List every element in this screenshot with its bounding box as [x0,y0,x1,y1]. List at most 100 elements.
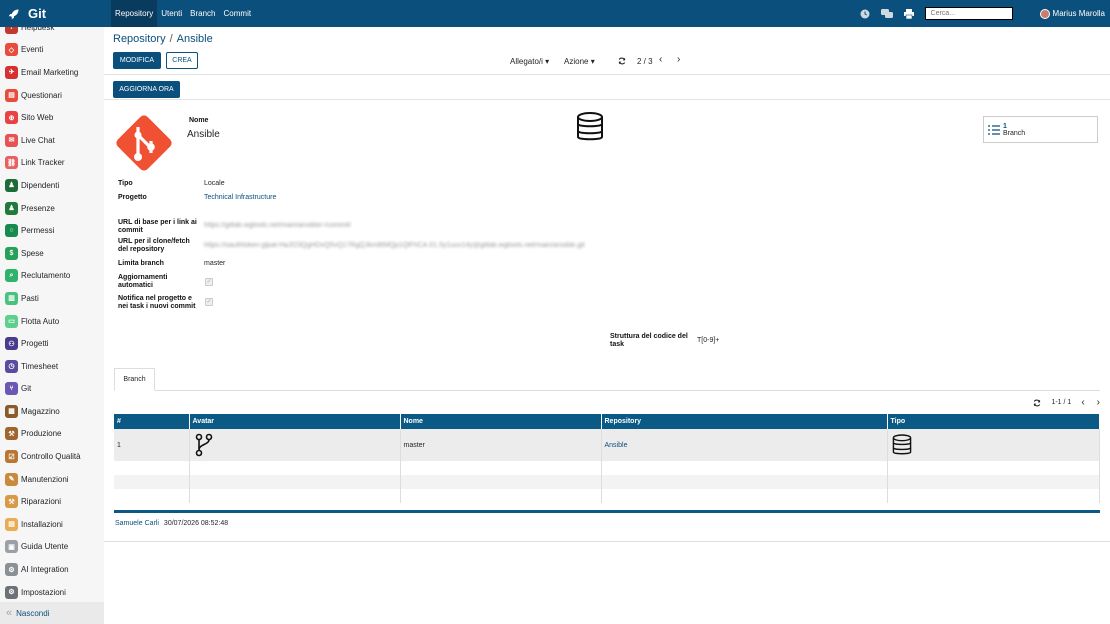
sidebar-item-reclutamento[interactable]: ⌕ Reclutamento [0,265,104,288]
user-name: Marius Marolla [1052,9,1105,18]
cell-repository[interactable]: Ansible [601,429,888,461]
notify-checkbox[interactable]: ✓ [205,298,213,306]
url-clone-label: URL per il clone/fetch del repository [118,238,190,253]
sidebar-item-questionari[interactable]: ▤ Questionari [0,84,104,107]
chevron-left-icon[interactable]: ‹ [659,54,662,65]
user-menu[interactable]: Marius Marolla [1039,8,1105,19]
tab-branch[interactable]: Branch [114,368,155,391]
menu-utenti[interactable]: Utenti [157,0,186,27]
chevron-left-icon[interactable]: ‹ [1081,397,1084,408]
auto-update-checkbox[interactable]: ✓ [205,278,213,286]
sidebar-item-link-tracker[interactable]: ⛓ Link Tracker [0,152,104,175]
create-button[interactable]: CREA [166,52,198,69]
sidebar-item-timesheet[interactable]: ◷ Timesheet [0,355,104,378]
sidebar-item-riparazioni[interactable]: ⚒ Riparazioni [0,490,104,513]
sidebar-item-eventi[interactable]: ◇ Eventi [0,39,104,62]
sidebar-item-presenze[interactable]: ♟ Presenze [0,197,104,220]
action-dropdown[interactable]: Azione ▾ [564,57,595,66]
sidebar-item-sito-web[interactable]: ⊕ Sito Web [0,106,104,129]
app-icon: ▭ [5,314,18,328]
progetto-link[interactable]: Technical Infrastructure [204,194,276,201]
url-base-label: URL di base per i link ai commit [118,219,197,234]
sidebar-item-helpdesk[interactable]: ? Helpdesk [0,27,104,39]
breadcrumb-parent[interactable]: Repository [113,33,166,45]
search-input[interactable] [924,7,1013,20]
menu-repository[interactable]: Repository [111,0,158,27]
sidebar-item-impostazioni[interactable]: ⚙ Impostazioni [0,581,104,604]
sidebar-item-permessi[interactable]: ○ Permessi [0,219,104,242]
table-row[interactable]: 1 master Ansible [114,429,1100,461]
main-content: Repository / Ansible MODIFICA CREA Allegat… [104,27,1110,624]
sidebar-item-label: Installazioni [21,519,63,529]
sidebar-item-controllo-qualit-[interactable]: ☑ Controllo Qualità [0,445,104,468]
clock-icon[interactable] [858,7,872,21]
record-date: 30/07/2026 08:52:48 [163,520,229,527]
app-brand[interactable]: Git [0,0,111,27]
sidebar-item-spese[interactable]: $ Spese [0,242,104,265]
sidebar-item-git[interactable]: ⑂ Git [0,378,104,401]
sidebar-item-ai-integration[interactable]: ⚙ AI Integration [0,558,104,581]
refresh-icon[interactable] [1033,399,1041,407]
sidebar-item-manutenzioni[interactable]: ✎ Manutenzioni [0,468,104,491]
breadcrumb-current: Ansible [176,33,213,45]
app-icon: ? [5,27,18,34]
sidebar-item-pasti[interactable]: ▥ Pasti [0,287,104,310]
update-now-button[interactable]: AGGIORNA ORA [113,81,180,98]
sidebar-item-label: Manutenzioni [21,474,69,484]
print-icon[interactable] [902,7,916,21]
app-icon: ◇ [5,43,18,57]
breadcrumb-separator: / [169,33,173,45]
header-name[interactable]: Nome [400,414,602,429]
list-icon [988,124,1000,135]
sidebar-item-label: Sito Web [21,113,54,123]
chevron-right-icon[interactable]: › [1097,397,1100,408]
sidebar-item-magazzino[interactable]: ▦ Magazzino [0,400,104,423]
sidebar-item-dipendenti[interactable]: ♟ Dipendenti [0,174,104,197]
hide-sidebar-button[interactable]: « Nascondi [0,602,104,624]
branch-stat-button[interactable]: 1 Branch [983,116,1098,143]
git-logo-icon [116,115,172,171]
cell-num: 1 [114,429,190,461]
sidebar-item-live-chat[interactable]: ✉ Live Chat [0,129,104,152]
app-icon: ⚇ [5,337,18,351]
chat-icon[interactable] [880,7,894,21]
sidebar-item-progetti[interactable]: ⚇ Progetti [0,332,104,355]
menu-commit[interactable]: Commit [220,0,256,27]
sidebar-item-installazioni[interactable]: ▤ Installazioni [0,513,104,536]
record-name: Ansible [187,129,220,140]
app-name: Git [28,6,47,21]
sidebar-item-flotta-auto[interactable]: ▭ Flotta Auto [0,310,104,333]
header-avatar[interactable]: Avatar [189,414,401,429]
list-pager-value: 1-1 / 1 [1051,399,1072,406]
sidebar-item-guida-utente[interactable]: ▣ Guida Utente [0,536,104,559]
code-structure-label: Struttura del codice del task [610,333,688,348]
app-icon: ⚒ [5,427,18,441]
chevron-right-icon[interactable]: › [677,54,680,65]
edit-button[interactable]: MODIFICA [113,52,161,69]
refresh-icon[interactable] [618,57,626,67]
sidebar-item-label: Pasti [21,293,39,303]
avatar [1039,8,1050,19]
auto-update-label: Aggiornamenti automatici [118,274,168,289]
app-icon: ⚙ [5,563,18,577]
sidebar-item-label: Questionari [21,90,62,100]
sidebar-item-label: Impostazioni [21,587,66,597]
sidebar-item-label: Controllo Qualità [21,452,81,462]
sidebar-item-email-marketing[interactable]: ✈ Email Marketing [0,61,104,84]
header-repository[interactable]: Repository [601,414,888,429]
cell-name: master [400,429,602,461]
app-icon: ▤ [5,517,18,531]
table-row-empty [114,475,1100,489]
menu-branch[interactable]: Branch [186,0,219,27]
sidebar-item-label: Eventi [21,45,44,55]
attachments-dropdown[interactable]: Allegato/i ▾ [510,57,549,66]
author-link[interactable]: Samuele Carli [115,520,159,527]
header-tipo[interactable]: Tipo [887,414,1100,429]
url-clone-value: https://oauthtoken:glpat-HaJf23QgHDvQ5vQ… [204,242,585,249]
app-icon: ⚒ [5,495,18,509]
header-num[interactable]: # [114,414,190,429]
double-chevron-left-icon: « [6,607,13,619]
app-icon: ▦ [5,404,18,418]
sidebar-item-produzione[interactable]: ⚒ Produzione [0,423,104,446]
table-header-row: # Avatar Nome Repository Tipo [114,414,1100,429]
